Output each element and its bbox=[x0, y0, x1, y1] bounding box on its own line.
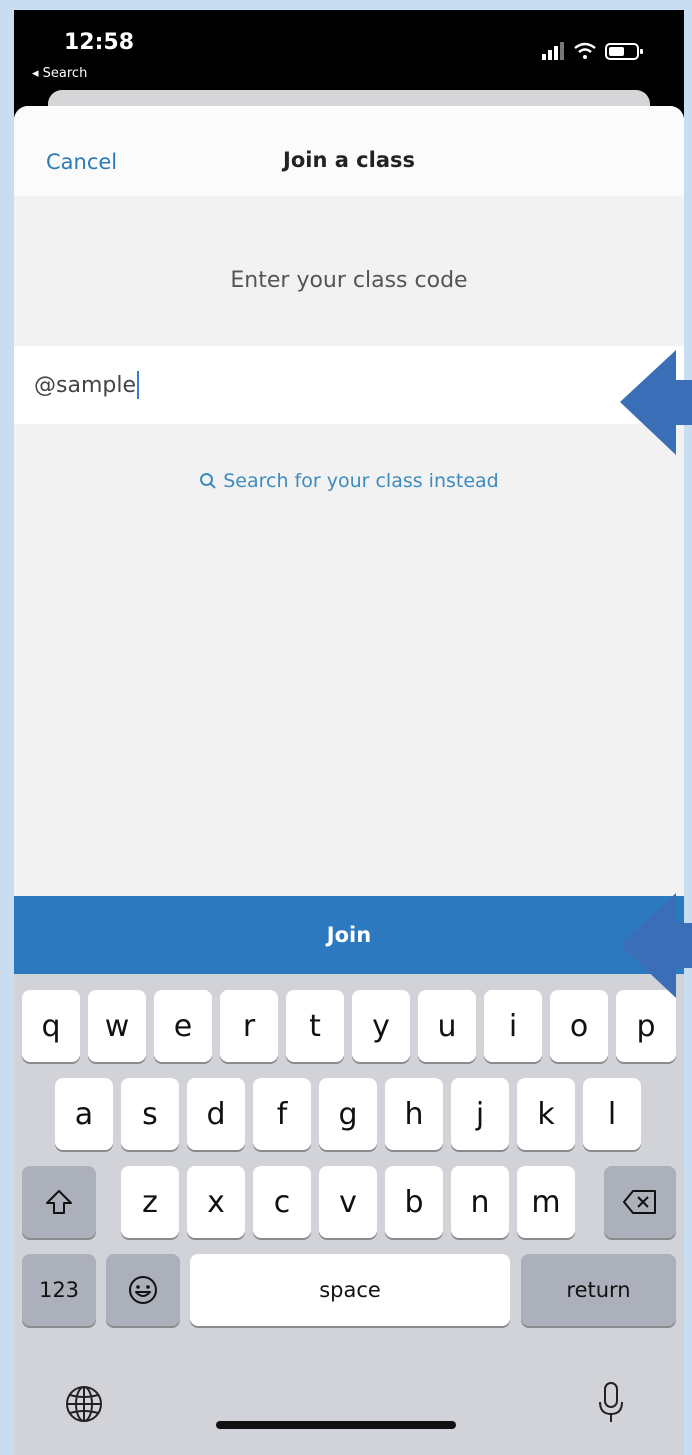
backspace-icon bbox=[623, 1190, 656, 1214]
key-l[interactable]: l bbox=[583, 1078, 641, 1150]
key-c[interactable]: c bbox=[253, 1166, 311, 1238]
space-key[interactable]: space bbox=[190, 1254, 510, 1326]
page-title: Join a class bbox=[283, 148, 415, 172]
keyboard: q w e r t y u i o p a s d f g h j k l z … bbox=[14, 974, 684, 1455]
backspace-key[interactable] bbox=[604, 1166, 676, 1238]
key-k[interactable]: k bbox=[517, 1078, 575, 1150]
phone-screen: 12:58 ◂ Search Cancel Join a class Enter… bbox=[14, 10, 684, 1455]
key-p[interactable]: p bbox=[616, 990, 676, 1062]
key-r[interactable]: r bbox=[220, 990, 278, 1062]
shift-icon bbox=[46, 1190, 72, 1214]
globe-icon[interactable] bbox=[64, 1384, 104, 1424]
key-m[interactable]: m bbox=[517, 1166, 575, 1238]
key-g[interactable]: g bbox=[319, 1078, 377, 1150]
key-x[interactable]: x bbox=[187, 1166, 245, 1238]
key-a[interactable]: a bbox=[55, 1078, 113, 1150]
key-d[interactable]: d bbox=[187, 1078, 245, 1150]
key-s[interactable]: s bbox=[121, 1078, 179, 1150]
search-class-label: Search for your class instead bbox=[223, 470, 499, 492]
key-n[interactable]: n bbox=[451, 1166, 509, 1238]
signal-icon bbox=[542, 42, 564, 60]
key-v[interactable]: v bbox=[319, 1166, 377, 1238]
class-code-prompt: Enter your class code bbox=[230, 268, 468, 293]
key-t[interactable]: t bbox=[286, 990, 344, 1062]
status-time: 12:58 bbox=[64, 30, 135, 55]
key-h[interactable]: h bbox=[385, 1078, 443, 1150]
status-bar: 12:58 ◂ Search bbox=[14, 10, 684, 130]
annotation-arrow-join bbox=[620, 893, 692, 998]
wifi-icon bbox=[574, 42, 596, 59]
key-i[interactable]: i bbox=[484, 990, 542, 1062]
shift-key[interactable] bbox=[22, 1166, 96, 1238]
status-icons bbox=[542, 42, 643, 60]
return-key[interactable]: return bbox=[521, 1254, 676, 1326]
emoji-icon bbox=[129, 1276, 157, 1304]
key-w[interactable]: w bbox=[88, 990, 146, 1062]
key-u[interactable]: u bbox=[418, 990, 476, 1062]
key-e[interactable]: e bbox=[154, 990, 212, 1062]
search-class-link[interactable]: Search for your class instead bbox=[14, 470, 684, 492]
home-indicator[interactable] bbox=[216, 1421, 456, 1429]
key-o[interactable]: o bbox=[550, 990, 608, 1062]
key-z[interactable]: z bbox=[121, 1166, 179, 1238]
join-button[interactable]: Join bbox=[14, 896, 684, 974]
key-q[interactable]: q bbox=[22, 990, 80, 1062]
nav-bar: Cancel Join a class bbox=[14, 106, 684, 196]
annotation-arrow-code-field bbox=[620, 350, 692, 455]
key-b[interactable]: b bbox=[385, 1166, 443, 1238]
microphone-icon[interactable] bbox=[596, 1380, 626, 1426]
battery-icon bbox=[605, 43, 643, 60]
class-code-value: @sample bbox=[34, 372, 136, 398]
text-caret bbox=[137, 371, 139, 399]
class-code-input[interactable]: @sample bbox=[14, 346, 684, 424]
emoji-key[interactable] bbox=[106, 1254, 180, 1326]
back-to-app-link[interactable]: ◂ Search bbox=[32, 66, 87, 81]
join-class-modal: Cancel Join a class Enter your class cod… bbox=[14, 106, 684, 1455]
search-icon bbox=[200, 473, 216, 489]
key-f[interactable]: f bbox=[253, 1078, 311, 1150]
numbers-key[interactable]: 123 bbox=[22, 1254, 96, 1326]
key-y[interactable]: y bbox=[352, 990, 410, 1062]
key-j[interactable]: j bbox=[451, 1078, 509, 1150]
